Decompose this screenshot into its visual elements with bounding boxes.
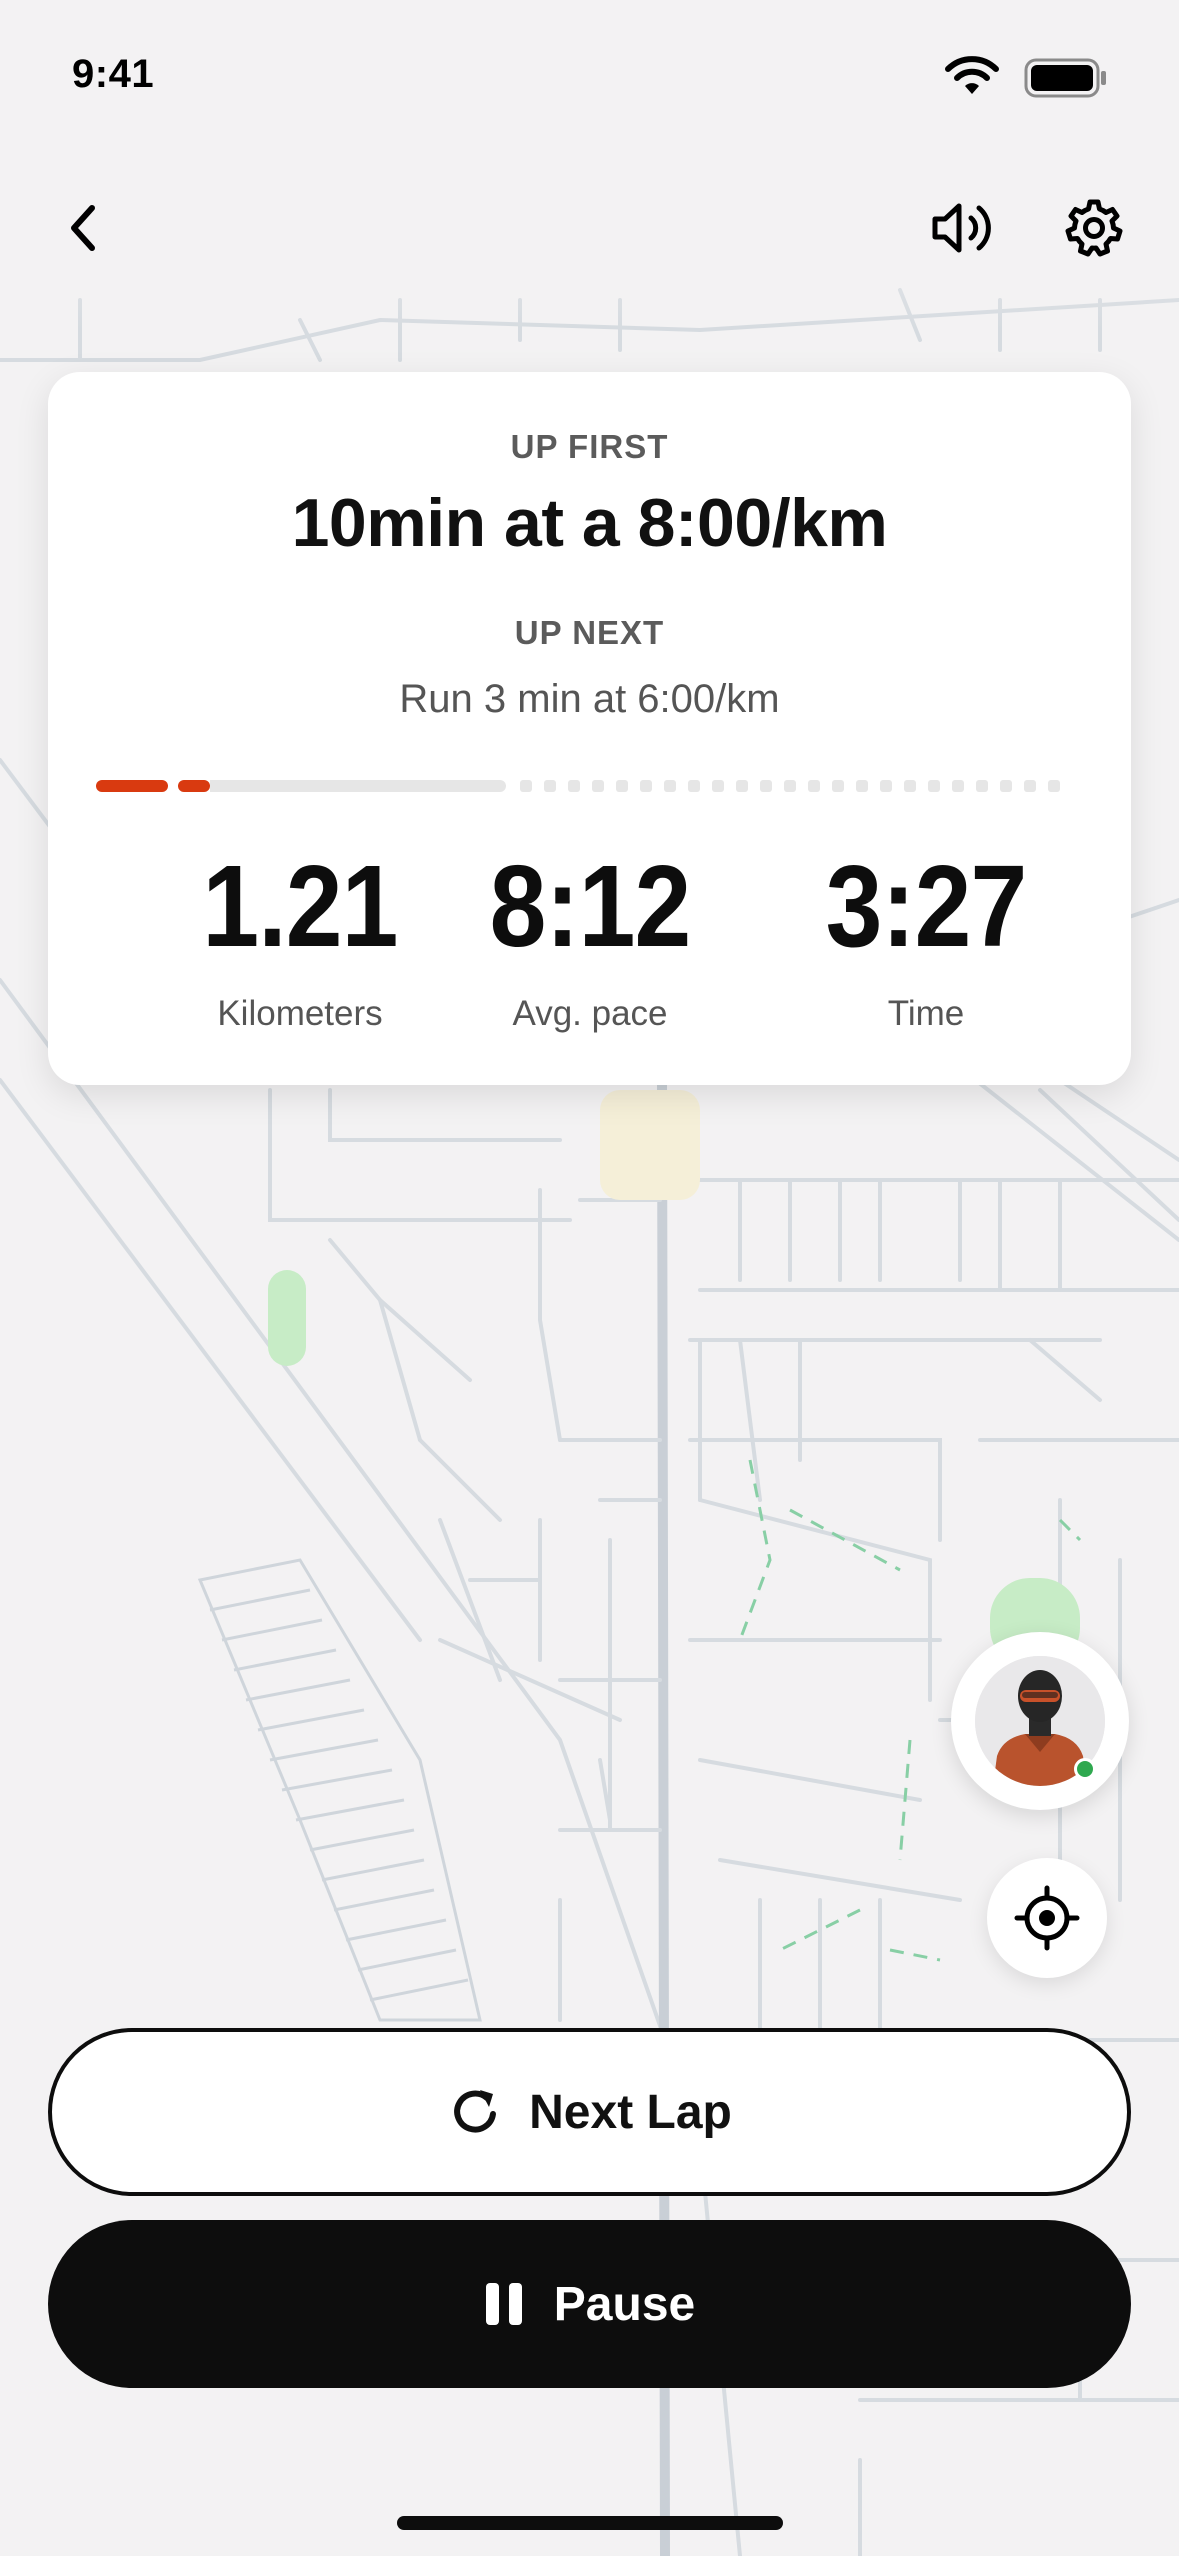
progress-segment-active (178, 780, 210, 792)
status-time: 9:41 (72, 52, 155, 96)
coach-online-indicator (1074, 1758, 1096, 1780)
progress-segment-active (96, 780, 168, 792)
speaker-icon (932, 203, 991, 253)
stat-distance: 1.21 Kilometers (130, 848, 470, 1034)
stat-value: 8:12 (489, 841, 692, 971)
chevron-left-icon (71, 205, 95, 251)
stat-label: Time (887, 994, 965, 1033)
stat-value: 1.21 (202, 841, 398, 971)
up-next-label: UP NEXT (514, 614, 665, 651)
stat-label: Avg. pace (512, 994, 668, 1033)
progress-segment-upcoming (832, 780, 844, 792)
progress-segment-upcoming (856, 780, 868, 792)
stat-label: Kilometers (217, 994, 383, 1033)
progress-segment-upcoming (928, 780, 940, 792)
workout-progress-bar (96, 780, 1083, 794)
progress-segment-upcoming (736, 780, 748, 792)
up-first-value: 10min at a 8:00/km (291, 485, 888, 561)
next-lap-label: Next Lap (529, 2085, 732, 2139)
progress-segment-upcoming (640, 780, 652, 792)
wifi-icon (945, 56, 999, 94)
progress-segment-upcoming (952, 780, 964, 792)
progress-segment-upcoming (712, 780, 724, 792)
progress-segment-upcoming (784, 780, 796, 792)
progress-segment-current (210, 780, 506, 792)
pause-label: Pause (553, 2277, 696, 2331)
stat-value: 3:27 (825, 841, 1028, 971)
stat-time: 3:27 Time (756, 848, 1096, 1034)
next-lap-button[interactable]: Next Lap (48, 2028, 1131, 2196)
coach-avatar-button[interactable] (951, 1632, 1129, 1810)
battery-icon (1024, 58, 1106, 98)
progress-segment-upcoming (904, 780, 916, 792)
back-button[interactable] (42, 186, 126, 270)
progress-segment-upcoming (592, 780, 604, 792)
progress-segment-upcoming (664, 780, 676, 792)
crosshair-icon (1014, 1885, 1080, 1951)
progress-segment-upcoming (568, 780, 580, 792)
progress-segment-upcoming (808, 780, 820, 792)
home-indicator (397, 2516, 783, 2530)
progress-segment-upcoming (1024, 780, 1036, 792)
progress-segment-upcoming (1048, 780, 1060, 792)
progress-segment-upcoming (976, 780, 988, 792)
sound-button[interactable] (920, 186, 1004, 270)
progress-segment-upcoming (520, 780, 532, 792)
settings-button[interactable] (1052, 186, 1136, 270)
pause-button[interactable]: Pause (48, 2220, 1131, 2388)
progress-segment-upcoming (616, 780, 628, 792)
refresh-icon (454, 2090, 497, 2133)
gear-icon (1065, 199, 1123, 257)
up-first-label: UP FIRST (510, 428, 669, 465)
progress-segment-upcoming (880, 780, 892, 792)
progress-segment-upcoming (1000, 780, 1012, 792)
progress-segment-upcoming (688, 780, 700, 792)
progress-segment-upcoming (544, 780, 556, 792)
workout-card: UP FIRST 10min at a 8:00/km UP NEXT Run … (48, 372, 1131, 1085)
recenter-location-button[interactable] (987, 1858, 1107, 1978)
pause-icon (485, 2283, 522, 2325)
up-next-value: Run 3 min at 6:00/km (399, 677, 780, 721)
status-bar: 9:41 (0, 0, 1179, 150)
stat-avg-pace: 8:12 Avg. pace (420, 848, 760, 1034)
progress-segment-upcoming (760, 780, 772, 792)
